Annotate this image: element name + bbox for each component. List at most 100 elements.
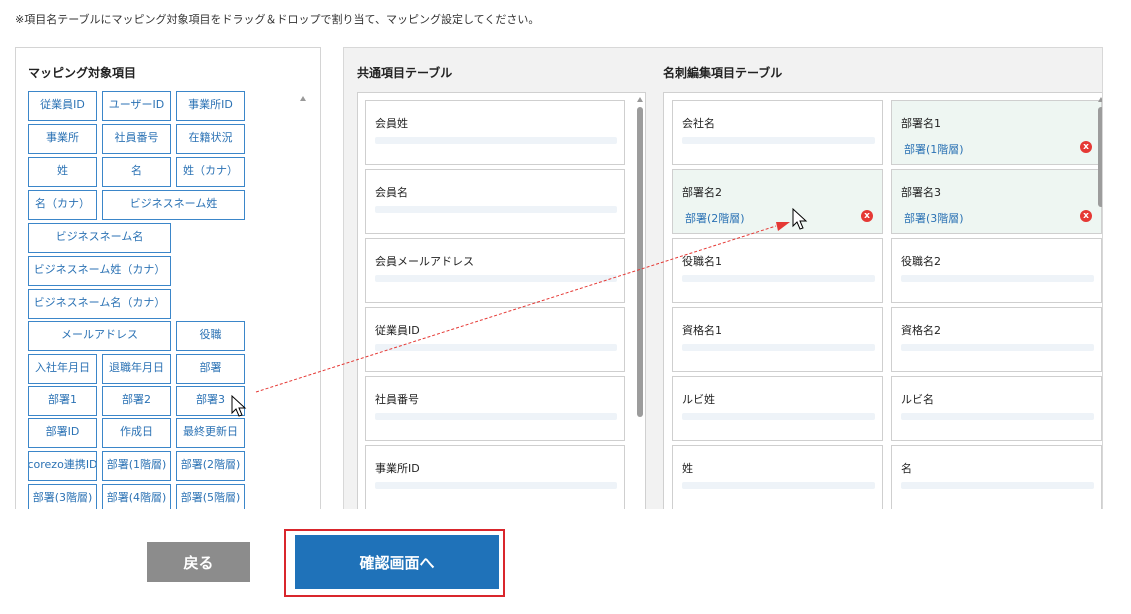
mapping-chip[interactable]: 退職年月日 (102, 354, 171, 384)
mapping-chip[interactable]: ビジネスネーム名（カナ） (28, 289, 171, 319)
mapping-chip[interactable]: ビジネスネーム姓（カナ） (28, 256, 171, 286)
field-label: 従業員ID (375, 324, 420, 337)
scroll-up-arrow-icon[interactable] (637, 97, 643, 102)
card-field-slot[interactable]: ルビ姓 (672, 376, 883, 441)
confirm-button[interactable]: 確認画面へ (295, 535, 499, 589)
remove-mapping-icon[interactable]: x (1080, 210, 1092, 222)
mapping-chip[interactable]: 入社年月日 (28, 354, 97, 384)
field-label: 事業所ID (375, 462, 420, 475)
card-field-slot[interactable]: 会社名 (672, 100, 883, 165)
remove-mapping-icon[interactable]: x (861, 210, 873, 222)
card-field-slot[interactable]: 役職名2 (891, 238, 1102, 303)
mapping-chip[interactable]: 社員番号 (102, 124, 171, 154)
drop-zone-bar (375, 344, 617, 351)
mapped-item-tag[interactable]: 部署(2階層) (685, 210, 745, 226)
mapping-chip[interactable]: 名（カナ） (28, 190, 97, 220)
card-table-scrollbar[interactable] (1098, 107, 1102, 207)
common-field-slot[interactable]: 会員メールアドレス (365, 238, 625, 303)
mapping-chip[interactable]: 部署(4階層) (102, 484, 171, 509)
mapping-chip[interactable]: 従業員ID (28, 91, 97, 121)
mapping-chip[interactable]: 部署 (176, 354, 245, 384)
drop-zone-bar (375, 275, 617, 282)
mapping-chip[interactable]: 部署1 (28, 386, 97, 416)
mapping-chip[interactable]: 作成日 (102, 418, 171, 448)
mapping-chip[interactable]: ビジネスネーム名 (28, 223, 171, 253)
mapping-chip[interactable]: 部署2 (102, 386, 171, 416)
field-label: 会員名 (375, 186, 408, 199)
mapping-chip[interactable]: 在籍状況 (176, 124, 245, 154)
card-table-title: 名刺編集項目テーブル (663, 66, 783, 80)
field-label: 社員番号 (375, 393, 419, 406)
field-label: ルビ姓 (682, 393, 715, 406)
common-table-title: 共通項目テーブル (357, 66, 453, 80)
scroll-up-arrow-icon[interactable] (1098, 97, 1102, 102)
mapping-chip[interactable]: 部署(3階層) (28, 484, 97, 509)
mapping-chip[interactable]: 部署(2階層) (176, 451, 245, 481)
common-field-slot[interactable]: 社員番号 (365, 376, 625, 441)
field-label: 部署名2 (682, 186, 722, 199)
card-field-slot[interactable]: ルビ名 (891, 376, 1102, 441)
card-field-slot[interactable]: 役職名1 (672, 238, 883, 303)
field-label: 資格名2 (901, 324, 941, 337)
common-field-slot[interactable]: 会員姓 (365, 100, 625, 165)
common-field-slot[interactable]: 従業員ID (365, 307, 625, 372)
mapping-chip[interactable]: 事業所ID (176, 91, 245, 121)
scroll-up-arrow-icon[interactable] (300, 96, 306, 101)
mapping-chip[interactable]: メールアドレス (28, 321, 171, 351)
drop-zone-bar (682, 413, 875, 420)
card-field-slot[interactable]: 資格名1 (672, 307, 883, 372)
common-table-scrollbar[interactable] (637, 107, 643, 417)
mapping-chip[interactable]: 姓 (28, 157, 97, 187)
field-label: 会員姓 (375, 117, 408, 130)
drop-zone-bar (901, 413, 1094, 420)
drop-zone-bar (375, 413, 617, 420)
mapping-chip[interactable]: ビジネスネーム姓 (102, 190, 245, 220)
mapping-chip[interactable]: 姓（カナ） (176, 157, 245, 187)
field-label: 役職名1 (682, 255, 722, 268)
field-label: 会社名 (682, 117, 715, 130)
mapping-chip[interactable]: 名 (102, 157, 171, 187)
card-field-slot[interactable]: 部署名2 部署(2階層) x (672, 169, 883, 234)
mapping-chip[interactable]: 部署(1階層) (102, 451, 171, 481)
drop-zone-bar (682, 275, 875, 282)
card-field-slot[interactable]: 姓 (672, 445, 883, 509)
drop-zone-bar (901, 482, 1094, 489)
common-field-slot[interactable]: 事業所ID (365, 445, 625, 509)
mapped-item-tag[interactable]: 部署(1階層) (904, 141, 964, 157)
field-label: 部署名1 (901, 117, 941, 130)
drop-zone-bar (682, 137, 875, 144)
mapping-chip[interactable]: 部署ID (28, 418, 97, 448)
card-field-slot[interactable]: 部署名3 部署(3階層) x (891, 169, 1102, 234)
mapping-tables-panel: 共通項目テーブル 名刺編集項目テーブル 会員姓会員名会員メールアドレス 従業員ID… (343, 47, 1103, 509)
remove-mapping-icon[interactable]: x (1080, 141, 1092, 153)
field-label: ルビ名 (901, 393, 934, 406)
card-table: 会社名 部署名1 部署(1階層) x 部署名2 部署(2階層) x 部署名3 部署(3階層) x 役… (663, 92, 1102, 509)
common-field-slot[interactable]: 会員名 (365, 169, 625, 234)
field-label: 部署名3 (901, 186, 941, 199)
mapping-chip[interactable]: 部署(5階層) (176, 484, 245, 509)
drop-zone-bar (375, 137, 617, 144)
card-field-slot[interactable]: 名 (891, 445, 1102, 509)
mapping-chip[interactable]: corezo連携ID (28, 451, 97, 481)
field-label: 資格名1 (682, 324, 722, 337)
card-field-slot[interactable]: 部署名1 部署(1階層) x (891, 100, 1102, 165)
instruction-text: ※項目名テーブルにマッピング対象項目をドラッグ＆ドロップで割り当て、マッピング設… (15, 13, 540, 26)
field-label: 会員メールアドレス (375, 255, 474, 268)
drop-zone-bar (375, 206, 617, 213)
common-table: 会員姓会員名会員メールアドレス 従業員ID 社員番号事業所ID (357, 92, 646, 509)
mapping-chip[interactable]: 事業所 (28, 124, 97, 154)
mapped-item-tag[interactable]: 部署(3階層) (904, 210, 964, 226)
mapping-items-panel: マッピング対象項目 従業員ID ユーザーID 事業所ID 事業所 社員番号 在籍状況姓名姓… (15, 47, 321, 509)
drop-zone-bar (901, 275, 1094, 282)
mapping-items-title: マッピング対象項目 (28, 66, 137, 80)
drop-zone-bar (901, 344, 1094, 351)
drop-zone-bar (682, 344, 875, 351)
mapping-chip[interactable]: 最終更新日 (176, 418, 245, 448)
field-label: 姓 (682, 462, 693, 475)
card-field-slot[interactable]: 資格名2 (891, 307, 1102, 372)
field-label: 名 (901, 462, 912, 475)
back-button[interactable]: 戻る (147, 542, 250, 582)
mapping-chip[interactable]: ユーザーID (102, 91, 171, 121)
mapping-chip[interactable]: 部署3 (176, 386, 245, 416)
mapping-chip[interactable]: 役職 (176, 321, 245, 351)
